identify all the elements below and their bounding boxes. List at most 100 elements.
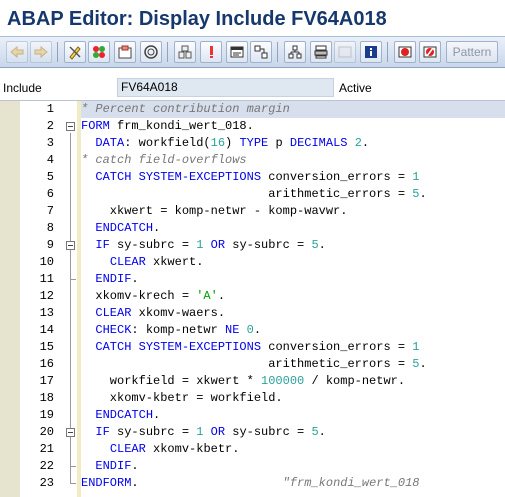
line-number: 1 xyxy=(46,102,54,116)
hierarchy-icon[interactable] xyxy=(310,41,332,63)
code-line[interactable]: 12 xkomv-krech = 'A'. xyxy=(0,288,505,305)
line-number: 11 xyxy=(39,272,54,286)
line-number: 15 xyxy=(39,340,54,354)
other-object-icon[interactable] xyxy=(114,41,136,63)
code-text: CATCH SYSTEM-EXCEPTIONS conversion_error… xyxy=(95,170,420,184)
toolbar-separator xyxy=(57,42,58,62)
code-text: FORM frm_kondi_wert_018. xyxy=(81,119,254,133)
code-text: IF sy-subrc = 1 OR sy-subrc = 5. xyxy=(95,238,326,252)
code-text: CATCH SYSTEM-EXCEPTIONS conversion_error… xyxy=(95,340,420,354)
activate-icon[interactable] xyxy=(174,41,196,63)
status-label: Active xyxy=(339,81,372,95)
code-line[interactable]: 1 * Percent contribution margin xyxy=(0,101,505,118)
code-line[interactable]: 5 CATCH SYSTEM-EXCEPTIONS conversion_err… xyxy=(0,169,505,186)
application-toolbar: Pattern xyxy=(0,36,505,68)
code-line[interactable]: 7 xkwert = komp-netwr - komp-wavwr. xyxy=(0,203,505,220)
line-number: 6 xyxy=(46,187,54,201)
code-line[interactable]: 14 CHECK: komp-netwr NE 0. xyxy=(0,322,505,339)
code-text: arithmetic_errors = 5. xyxy=(81,187,427,201)
toolbar-separator xyxy=(277,42,278,62)
line-number: 13 xyxy=(39,306,54,320)
code-text: xkomv-kbetr = workfield. xyxy=(81,391,283,405)
display-change-icon[interactable] xyxy=(64,41,86,63)
info-icon[interactable] xyxy=(360,41,382,63)
code-text: ENDCATCH. xyxy=(95,221,161,235)
line-number: 10 xyxy=(39,255,54,269)
line-number: 9 xyxy=(46,238,54,252)
line-number: 18 xyxy=(39,391,54,405)
include-label: Include xyxy=(3,81,42,95)
code-text: ENDIF. xyxy=(95,272,139,286)
line-number: 20 xyxy=(39,425,54,439)
code-line[interactable]: 10 CLEAR xkwert. xyxy=(0,254,505,271)
code-editor[interactable]: 1 * Percent contribution margin 2 FORM frm_… xyxy=(0,100,505,497)
code-line[interactable]: 17 workfield = xkwert * 100000 / komp-ne… xyxy=(0,373,505,390)
toolbar-separator xyxy=(387,42,388,62)
code-line[interactable]: 20 IF sy-subrc = 1 OR sy-subrc = 5. xyxy=(0,424,505,441)
line-number: 12 xyxy=(39,289,54,303)
code-line[interactable]: 9 IF sy-subrc = 1 OR sy-subrc = 5. xyxy=(0,237,505,254)
window-title: ABAP Editor: Display Include FV64A018 xyxy=(7,8,387,30)
code-line[interactable]: 2 FORM frm_kondi_wert_018. xyxy=(0,118,505,135)
code-line[interactable]: 15 CATCH SYSTEM-EXCEPTIONS conversion_er… xyxy=(0,339,505,356)
line-number: 14 xyxy=(39,323,54,337)
session-breakpoint-icon[interactable] xyxy=(419,41,441,63)
fold-end-marker xyxy=(70,483,76,484)
code-text: CLEAR xkomv-kbetr. xyxy=(109,442,240,456)
active-inactive-icon[interactable] xyxy=(88,41,110,63)
navigation-icon[interactable] xyxy=(284,41,306,63)
code-text: CLEAR xkwert. xyxy=(109,255,204,269)
code-line[interactable]: 13 CLEAR xkomv-waers. xyxy=(0,305,505,322)
disabled-icon[interactable] xyxy=(334,41,356,63)
line-number: 22 xyxy=(39,459,54,473)
code-text: ENDFORM. "frm_kondi_wert_018 xyxy=(81,476,420,490)
code-text: CHECK: komp-netwr NE 0. xyxy=(95,323,262,337)
check-icon[interactable] xyxy=(140,41,162,63)
object-list-icon[interactable] xyxy=(250,41,272,63)
line-number: 4 xyxy=(46,153,54,167)
code-line[interactable]: 21 CLEAR xkomv-kbetr. xyxy=(0,441,505,458)
collapse-block-icon[interactable] xyxy=(66,428,75,437)
code-text: xkomv-krech = 'A'. xyxy=(81,289,226,303)
collapse-block-icon[interactable] xyxy=(66,122,75,131)
code-line[interactable]: 6 arithmetic_errors = 5. xyxy=(0,186,505,203)
code-text: ENDIF. xyxy=(95,459,139,473)
line-number: 16 xyxy=(39,357,54,371)
toolbar-separator xyxy=(167,42,168,62)
line-number: 2 xyxy=(46,119,54,133)
code-line[interactable]: 22 ENDIF. xyxy=(0,458,505,475)
code-text: xkwert = komp-netwr - komp-wavwr. xyxy=(81,204,348,218)
line-number: 7 xyxy=(46,204,54,218)
code-text: * Percent contribution margin xyxy=(81,102,290,116)
fold-end-marker xyxy=(70,466,76,467)
code-line[interactable]: 11 ENDIF. xyxy=(0,271,505,288)
code-line[interactable]: 3 DATA: workfield(16) TYPE p DECIMALS 2. xyxy=(0,135,505,152)
title-bar: ABAP Editor: Display Include FV64A018 xyxy=(0,0,505,36)
line-number: 23 xyxy=(39,476,54,490)
back-arrow-icon[interactable] xyxy=(6,41,28,63)
code-line[interactable]: 23 ENDFORM. "frm_kondi_wert_018 xyxy=(0,475,505,492)
line-number: 3 xyxy=(46,136,54,150)
code-line[interactable]: 16 arithmetic_errors = 5. xyxy=(0,356,505,373)
fold-end-marker xyxy=(70,279,76,280)
code-text: arithmetic_errors = 5. xyxy=(81,357,427,371)
collapse-block-icon[interactable] xyxy=(66,241,75,250)
include-name-field: FV64A018 xyxy=(117,78,334,97)
code-line[interactable]: 8 ENDCATCH. xyxy=(0,220,505,237)
set-breakpoint-icon[interactable] xyxy=(394,41,416,63)
code-text: * catch field-overflows xyxy=(81,153,247,167)
pattern-button[interactable]: Pattern xyxy=(446,41,498,63)
code-line[interactable]: 18 xkomv-kbetr = workfield. xyxy=(0,390,505,407)
line-number: 21 xyxy=(39,442,54,456)
code-line[interactable]: 19 ENDCATCH. xyxy=(0,407,505,424)
code-text: workfield = xkwert * 100000 / komp-netwr… xyxy=(81,374,406,388)
forward-arrow-icon[interactable] xyxy=(30,41,52,63)
where-used-icon[interactable] xyxy=(226,41,248,63)
code-text: IF sy-subrc = 1 OR sy-subrc = 5. xyxy=(95,425,326,439)
code-line[interactable]: 4 * catch field-overflows xyxy=(0,152,505,169)
code-text: CLEAR xkomv-waers. xyxy=(95,306,226,320)
line-number: 17 xyxy=(39,374,54,388)
line-number: 19 xyxy=(39,408,54,422)
code-text: ENDCATCH. xyxy=(95,408,161,422)
test-icon[interactable] xyxy=(200,41,222,63)
